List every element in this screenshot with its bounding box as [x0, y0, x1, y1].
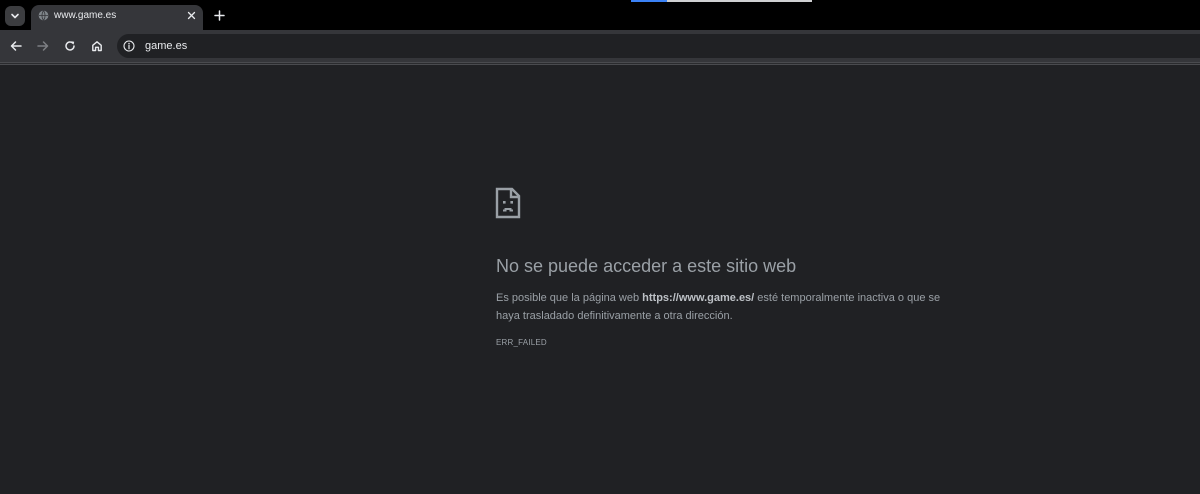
reload-icon [65, 41, 75, 51]
tab-title: www.game.es [54, 10, 117, 21]
sad-page-icon [495, 187, 521, 219]
info-icon[interactable] [123, 40, 135, 52]
forward-button[interactable] [35, 38, 51, 54]
tab-strip: www.game.es [0, 0, 1200, 30]
window-drag-indicator [631, 0, 812, 2]
error-code: ERR_FAILED [496, 338, 547, 347]
error-title: No se puede acceder a este sitio web [496, 256, 797, 276]
error-description: Es posible que la página web https://www… [496, 289, 956, 325]
browser-window: www.game.es game.es No se puede acceder … [0, 0, 1200, 494]
reload-button[interactable] [62, 38, 78, 54]
window-drag-indicator-accent [631, 0, 667, 2]
tab-active[interactable]: www.game.es [31, 5, 203, 30]
toolbar-divider [0, 62, 1200, 65]
new-tab-button[interactable] [211, 7, 227, 23]
plus-icon [213, 9, 225, 21]
tab-close-button[interactable] [185, 9, 197, 21]
error-description-prefix: Es posible que la página web [496, 292, 643, 304]
chevron-down-icon [11, 13, 19, 19]
browser-toolbar: game.es [0, 30, 1200, 62]
close-icon [187, 11, 195, 19]
back-button[interactable] [8, 38, 24, 54]
address-bar[interactable]: game.es [117, 34, 1200, 58]
back-arrow-icon [10, 41, 22, 51]
toolbar-divider-line [0, 63, 1200, 64]
home-icon [92, 41, 102, 52]
globe-icon [38, 10, 49, 21]
error-description-url: https://www.game.es/ [642, 292, 755, 304]
forward-arrow-icon [37, 41, 49, 51]
tab-search-button[interactable] [5, 6, 25, 26]
home-button[interactable] [89, 38, 105, 54]
url-text[interactable]: game.es [145, 40, 187, 52]
